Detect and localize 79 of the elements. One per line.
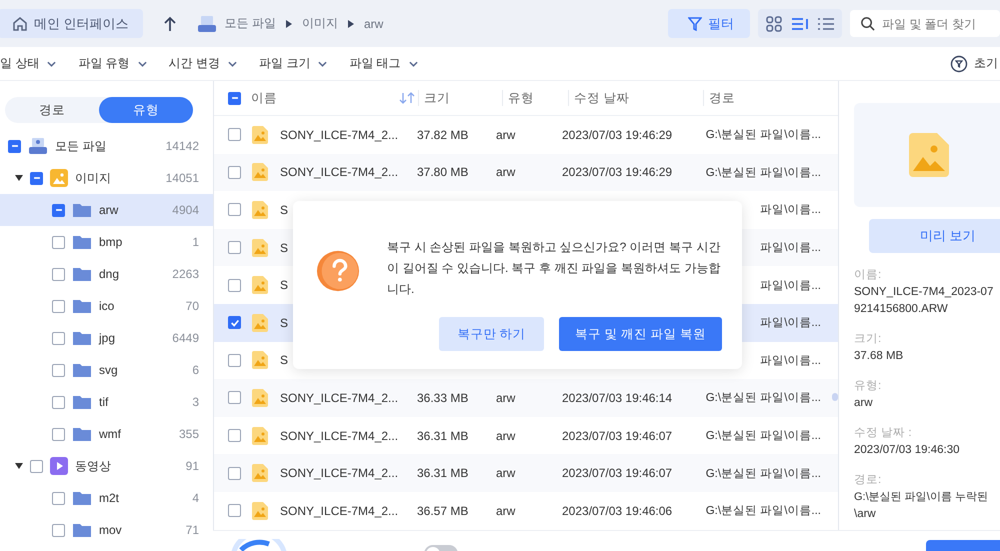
modified-date: 2023/07/03 19:46:06 [562, 504, 674, 518]
file-name: SONY_ILCE-7M4_2... [280, 428, 398, 443]
tree-label: wmf [99, 427, 122, 441]
field-value: 9214156800.ARW [854, 302, 949, 317]
modified-date: 2023/07/03 19:46:07 [562, 466, 674, 480]
item-count: 1 [192, 235, 199, 249]
item-count: 6449 [172, 331, 199, 345]
file-name: S [280, 353, 288, 368]
tree-label: tif [99, 395, 110, 409]
file-type: arw [496, 466, 516, 480]
field-label: 수정 날짜 : [854, 426, 913, 441]
modified-date: 2023/07/03 19:46:14 [562, 390, 674, 405]
file-path: 파일\이름... [760, 278, 821, 293]
file-name: SONY_ILCE-7M4_2... [280, 466, 398, 480]
field-value: arw [854, 396, 874, 411]
file-path: G:\분실된 파일\이름... [706, 166, 821, 180]
file-path: 파일\이름... [760, 241, 821, 256]
item-count: 3 [192, 395, 199, 409]
dialog-message: 복구 시 손상된 파일을 복원하고 싶으신가요? 이러면 복구 시간이 길어질 수 있습니다. 복구 후 깨진 파일을 복원하셔도 가능합니다. [387, 239, 722, 298]
file-name: SONY_ILCE-7M4_2... [280, 165, 398, 180]
field-value: G:\분실된 파일\이름 누락된 [854, 490, 989, 505]
item-count: 2263 [172, 267, 199, 281]
tree-label: jpg [99, 331, 116, 345]
file-name: SONY_ILCE-7M4_2... [280, 390, 398, 405]
field-label: 이름: [854, 268, 882, 283]
file-path: 파일\이름... [760, 316, 821, 330]
file-size: 36.57 MB [417, 504, 470, 518]
field-value: 2023/07/03 19:46:30 [854, 443, 961, 458]
tree-label: dng [99, 267, 120, 281]
file-name: S [280, 202, 288, 217]
tree-label: 동영상 [75, 458, 112, 474]
field-value: 37.68 MB [854, 349, 904, 364]
file-size: 37.82 MB [417, 128, 470, 142]
modified-date: 2023/07/03 19:46:29 [562, 128, 674, 142]
tree-label: m2t [99, 491, 120, 505]
item-count: 6 [192, 363, 199, 377]
file-size: 36.33 MB [417, 390, 470, 405]
item-count: 91 [186, 459, 199, 473]
file-type: arw [496, 390, 516, 405]
item-count: 71 [186, 523, 199, 537]
file-name: S [280, 278, 288, 292]
file-name: SONY_ILCE-7M4_2... [280, 128, 398, 142]
item-count: 70 [186, 299, 199, 313]
file-type: arw [496, 128, 516, 142]
tree-label: ico [99, 299, 116, 313]
tree-label: bmp [99, 235, 124, 249]
file-path: G:\분실된 파일\이름... [706, 466, 821, 481]
file-path: G:\분실된 파일\이름... [706, 128, 821, 142]
file-path: G:\분실된 파일\이름... [706, 429, 821, 444]
item-count: 4904 [172, 203, 199, 217]
item-count: 4 [192, 491, 199, 505]
field-value: SONY_ILCE-7M4_2023-07 [854, 285, 994, 300]
item-count: 355 [178, 427, 199, 441]
file-size: 36.31 MB [417, 466, 470, 480]
tree-label: svg [99, 363, 119, 377]
file-size: 37.80 MB [417, 165, 470, 180]
tree-label: 모든 파일 [55, 138, 108, 154]
tree-label: arw [99, 203, 120, 217]
tree-label: mov [99, 523, 123, 537]
field-label: 경로: [854, 473, 882, 488]
file-name: S [280, 240, 288, 255]
file-path: 파일\이름... [760, 203, 821, 218]
tree-label: 이미지 [75, 170, 112, 186]
file-name: S [280, 316, 288, 330]
file-size: 36.31 MB [417, 428, 470, 443]
file-type: arw [496, 428, 516, 443]
file-name: SONY_ILCE-7M4_2... [280, 504, 398, 518]
item-count: 14051 [166, 171, 199, 185]
file-path: 파일\이름... [760, 354, 821, 368]
field-value: \arw [854, 507, 877, 522]
file-path: G:\분실된 파일\이름... [706, 391, 821, 406]
file-type: arw [496, 504, 516, 518]
file-type: arw [496, 165, 516, 180]
modified-date: 2023/07/03 19:46:07 [562, 428, 674, 443]
modified-date: 2023/07/03 19:46:29 [562, 165, 674, 180]
file-path: G:\분실된 파일\이름... [706, 504, 821, 518]
field-label: 유형: [854, 379, 882, 394]
item-count: 14142 [166, 139, 199, 153]
field-label: 크기: [854, 332, 882, 347]
